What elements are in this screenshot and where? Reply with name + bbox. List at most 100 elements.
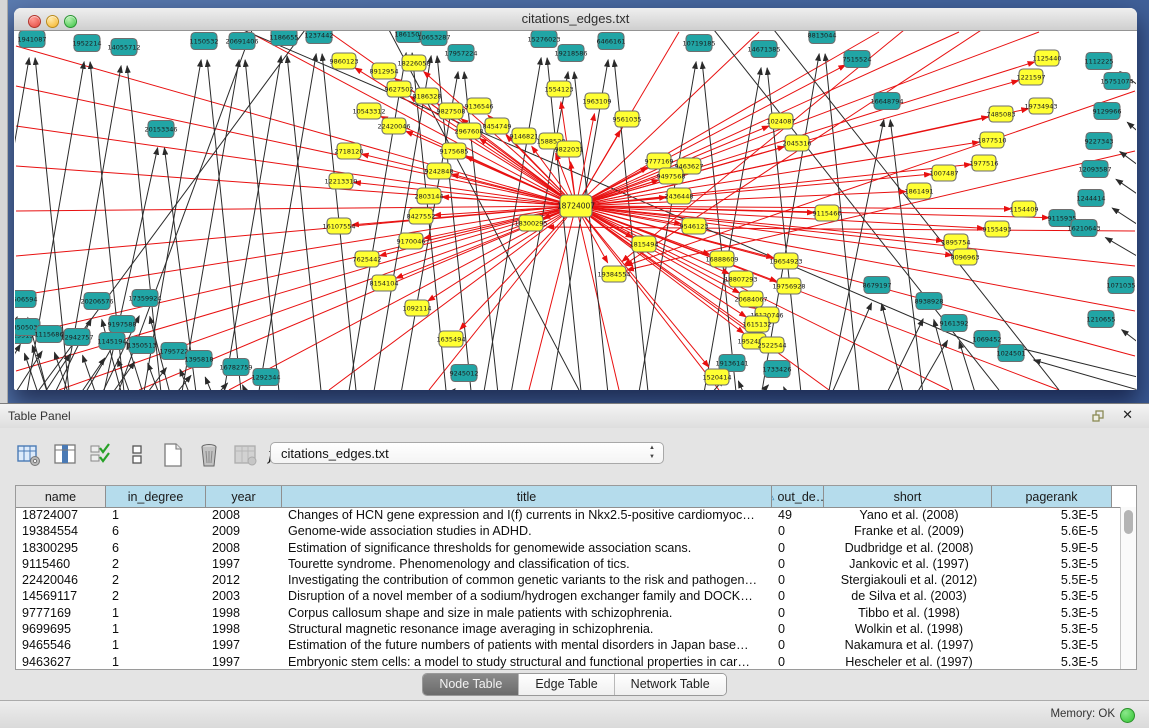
network-node[interactable]: 8427552 bbox=[407, 208, 436, 224]
network-node[interactable]: 19734943 bbox=[1024, 98, 1057, 114]
network-node[interactable]: 1145194 bbox=[98, 333, 127, 350]
network-node[interactable]: 1024087 bbox=[767, 113, 796, 129]
scrollbar-thumb[interactable] bbox=[1124, 510, 1133, 534]
network-node[interactable]: 9136546 bbox=[465, 98, 494, 114]
column-header-name[interactable]: name bbox=[16, 486, 106, 507]
network-node[interactable]: 9245012 bbox=[450, 365, 479, 382]
network-node[interactable]: 15276023 bbox=[527, 31, 560, 48]
network-node[interactable]: 1237442 bbox=[305, 31, 334, 44]
table-body[interactable]: 1872400712008Changes of HCN gene express… bbox=[16, 507, 1121, 669]
select-all-icon[interactable] bbox=[87, 442, 114, 469]
network-node[interactable]: 19218586 bbox=[554, 45, 587, 62]
network-node[interactable]: 9197588 bbox=[108, 316, 137, 333]
node-table[interactable]: namein_degreeyeartitle△out_de…shortpager… bbox=[15, 485, 1137, 670]
network-node[interactable]: 9161392 bbox=[940, 315, 969, 332]
network-node[interactable]: 1115686 bbox=[35, 326, 64, 343]
table-row[interactable]: 977716911998Corpus callosum shape and si… bbox=[16, 605, 1121, 621]
network-node[interactable]: 16107554 bbox=[322, 218, 355, 234]
network-node[interactable]: 1210655 bbox=[1087, 311, 1116, 328]
network-window-titlebar[interactable]: citations_edges.txt bbox=[14, 8, 1137, 31]
table-row[interactable]: 946554611997Estimation of the future num… bbox=[16, 637, 1121, 653]
network-node[interactable]: 1244414 bbox=[1077, 190, 1106, 207]
network-node[interactable]: 1150532 bbox=[190, 33, 219, 50]
network-canvas[interactable]: 1941087195221414055712115053220691406118… bbox=[15, 31, 1136, 390]
table-row[interactable]: 1830029562008Estimation of significance … bbox=[16, 540, 1121, 556]
network-node[interactable]: 7515524 bbox=[843, 51, 872, 68]
network-node[interactable]: 1615132 bbox=[743, 316, 772, 332]
network-node[interactable]: 1733426 bbox=[763, 361, 792, 378]
network-node[interactable]: 9822031 bbox=[555, 141, 584, 157]
table-row[interactable]: 969969511998Structural magnetic resonanc… bbox=[16, 621, 1121, 637]
network-node[interactable]: 18807293 bbox=[724, 271, 757, 287]
network-node[interactable]: 1963109 bbox=[583, 93, 612, 109]
network-node[interactable]: 9497568 bbox=[657, 168, 686, 184]
network-node[interactable]: 8679197 bbox=[863, 277, 892, 294]
network-node[interactable]: 2967608 bbox=[455, 123, 484, 139]
network-node[interactable]: 9242848 bbox=[425, 163, 454, 179]
network-node[interactable]: 1977516 bbox=[970, 155, 999, 171]
network-node[interactable]: 1125440 bbox=[1033, 50, 1062, 66]
network-node[interactable]: 9115460 bbox=[813, 205, 842, 221]
network-node[interactable]: 9546123 bbox=[680, 218, 709, 234]
network-node[interactable]: 1154409 bbox=[1010, 201, 1039, 217]
network-node[interactable]: 20684067 bbox=[734, 291, 767, 307]
tab-edge-table[interactable]: Edge Table bbox=[519, 674, 614, 695]
column-header-title[interactable]: title bbox=[282, 486, 772, 507]
tab-network-table[interactable]: Network Table bbox=[615, 674, 726, 695]
network-node[interactable]: 1952214 bbox=[73, 35, 102, 52]
network-node[interactable]: 1186655 bbox=[270, 31, 299, 46]
network-node[interactable]: 9129966 bbox=[1093, 103, 1122, 120]
network-node[interactable]: 1941087 bbox=[18, 31, 47, 48]
network-node[interactable]: 1520414 bbox=[703, 369, 732, 385]
network-node[interactable]: 8912954 bbox=[370, 63, 399, 79]
table-row[interactable]: 946362711997Embryonic stem cells: a mode… bbox=[16, 654, 1121, 669]
network-node[interactable]: 1635494 bbox=[437, 331, 466, 347]
network-node[interactable]: 16648794 bbox=[870, 93, 903, 110]
network-node[interactable]: 1395818 bbox=[185, 351, 214, 368]
network-node[interactable]: 1877510 bbox=[978, 132, 1007, 148]
table-settings-icon[interactable] bbox=[15, 442, 42, 469]
column-header-short[interactable]: short bbox=[824, 486, 992, 507]
column-header-year[interactable]: year bbox=[206, 486, 282, 507]
network-node[interactable]: 8938928 bbox=[915, 293, 944, 310]
network-node[interactable]: 2718120 bbox=[335, 143, 364, 159]
network-node[interactable]: 17957224 bbox=[444, 45, 477, 62]
network-node[interactable]: 1292344 bbox=[252, 369, 281, 386]
network-node[interactable]: 8154104 bbox=[370, 275, 399, 291]
network-node[interactable]: 19384554 bbox=[597, 266, 630, 282]
network-node[interactable]: 20206576 bbox=[80, 293, 113, 310]
network-node[interactable]: 1069452 bbox=[973, 331, 1002, 348]
network-node[interactable]: 20153346 bbox=[144, 121, 177, 138]
network-node[interactable]: 18724007 bbox=[557, 195, 595, 217]
table-row[interactable]: 1872400712008Changes of HCN gene express… bbox=[16, 507, 1121, 523]
network-node[interactable]: 7625442 bbox=[353, 251, 382, 267]
network-node[interactable]: 1071035 bbox=[1107, 277, 1136, 294]
network-node[interactable]: 7485083 bbox=[987, 106, 1016, 122]
close-panel-icon[interactable]: ✕ bbox=[1122, 407, 1133, 423]
network-node[interactable]: 8096963 bbox=[951, 249, 980, 265]
network-node[interactable]: 10653287 bbox=[417, 31, 450, 46]
network-node[interactable]: 6466161 bbox=[597, 33, 626, 50]
network-node[interactable]: 2506594 bbox=[15, 291, 37, 308]
network-node[interactable]: 1861491 bbox=[905, 183, 934, 199]
column-visibility-icon[interactable] bbox=[51, 442, 78, 469]
network-node[interactable]: 10543312 bbox=[352, 103, 385, 119]
network-node[interactable]: 8454749 bbox=[483, 118, 512, 134]
network-node[interactable]: 1092114 bbox=[403, 300, 432, 316]
table-row[interactable]: 1938455462009Genome-wide association stu… bbox=[16, 523, 1121, 539]
network-node[interactable]: 19654923 bbox=[769, 253, 802, 269]
column-header-out-de-[interactable]: △out_de… bbox=[772, 486, 824, 507]
network-node[interactable]: 9561035 bbox=[613, 111, 642, 127]
column-header-in-degree[interactable]: in_degree bbox=[106, 486, 206, 507]
network-node[interactable]: 14055712 bbox=[107, 39, 140, 56]
delete-column-icon[interactable] bbox=[195, 442, 222, 469]
network-node[interactable]: 1815494 bbox=[630, 236, 659, 252]
network-node[interactable]: 18226058 bbox=[397, 55, 430, 71]
network-node[interactable]: 8813044 bbox=[808, 31, 837, 44]
network-node[interactable]: 1350513 bbox=[128, 337, 157, 354]
network-node[interactable]: 9227343 bbox=[1085, 133, 1114, 150]
network-node[interactable]: 2522544 bbox=[758, 337, 787, 353]
network-node[interactable]: 19756928 bbox=[772, 278, 805, 294]
network-window[interactable]: citations_edges.txt 1941087 1952214 140557… bbox=[14, 8, 1137, 390]
network-node[interactable]: 1554123 bbox=[545, 81, 574, 97]
